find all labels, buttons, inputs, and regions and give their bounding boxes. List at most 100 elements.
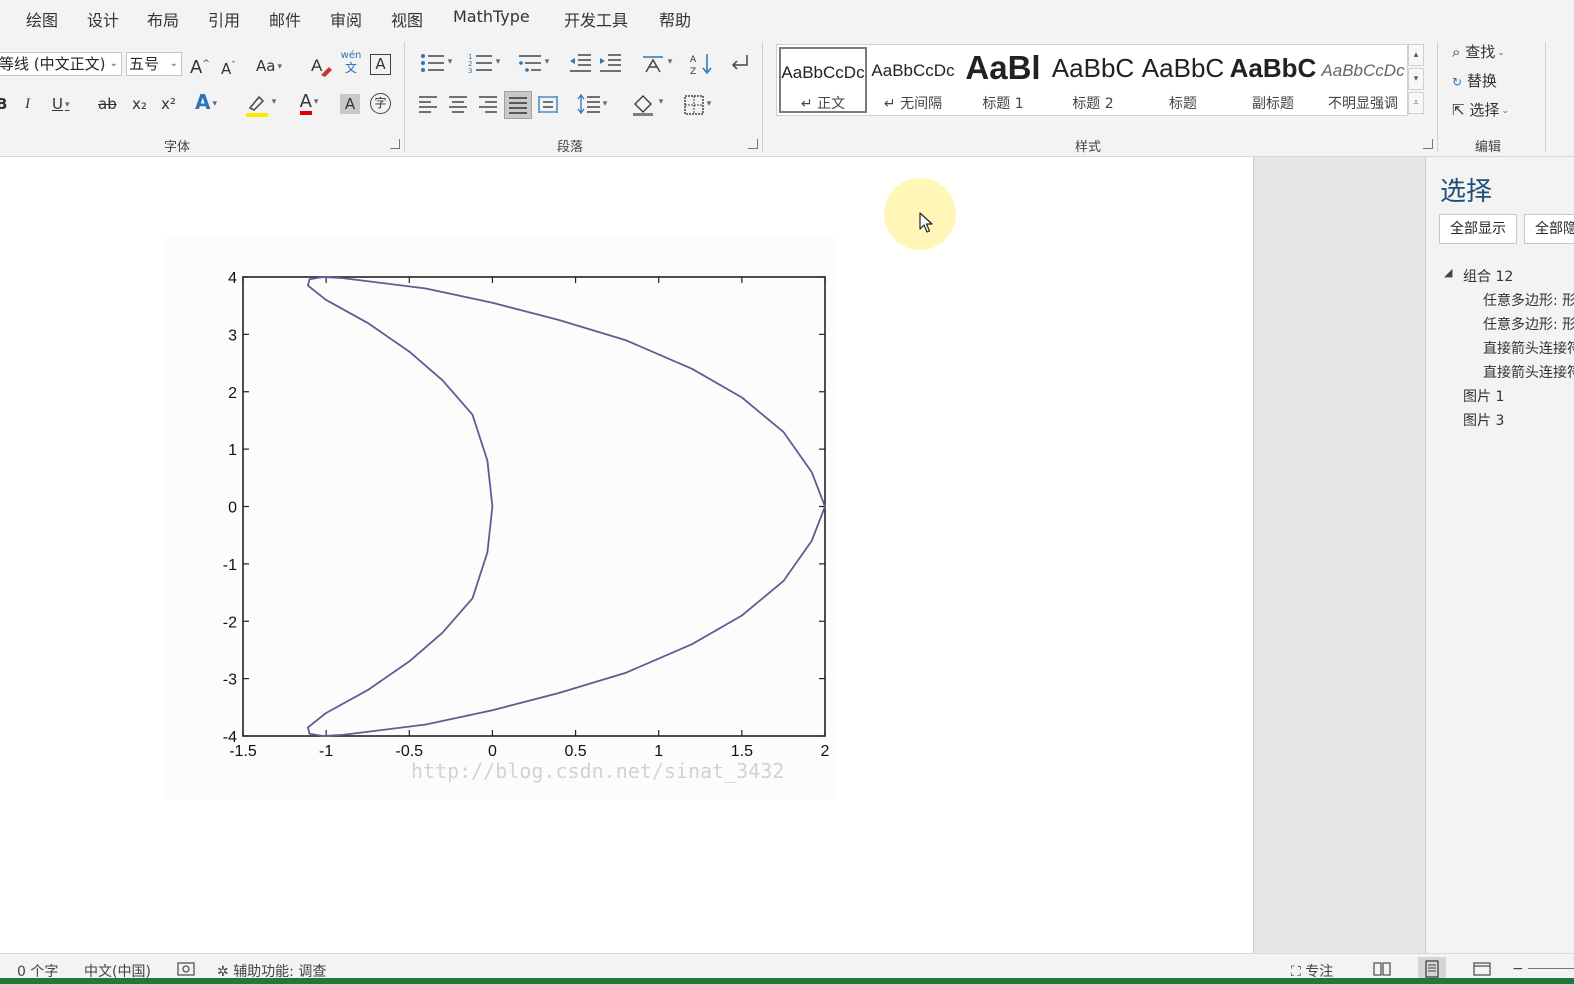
line-spacing-icon	[577, 93, 600, 115]
zoom-slider[interactable]	[1528, 968, 1574, 969]
show-marks-button[interactable]	[727, 52, 751, 78]
replace-icon: ↻	[1452, 75, 1463, 89]
macro-recording-icon[interactable]	[177, 961, 195, 977]
change-case-button[interactable]: Aa ▾	[256, 56, 282, 77]
zoom-out-button[interactable]: −	[1512, 961, 1524, 977]
align-center-button[interactable]	[446, 94, 470, 118]
style-subtitle[interactable]: AaBbC 副标题	[1229, 47, 1317, 113]
divider	[404, 42, 405, 152]
justify-button[interactable]	[504, 91, 532, 119]
web-layout-icon[interactable]	[1472, 961, 1492, 977]
menu-help[interactable]: 帮助	[659, 7, 691, 31]
grow-font-button[interactable]: A^	[190, 54, 210, 78]
sort-button[interactable]: AZ	[690, 52, 714, 78]
style-no-spacing[interactable]: AaBbCcDc ↵ 无间隔	[869, 47, 957, 113]
increase-indent-button[interactable]	[598, 52, 622, 78]
find-button[interactable]: ⌕ 查找 ⌄	[1452, 42, 1505, 63]
series-line-0	[307, 276, 826, 737]
font-name-combo[interactable]: 等线 (中文正文) ⌄	[0, 52, 122, 76]
menu-mathtype[interactable]: MathType	[453, 7, 530, 26]
font-dialog-launcher[interactable]	[390, 139, 400, 149]
menu-view[interactable]: 视图	[391, 7, 423, 31]
italic-button[interactable]: I	[25, 94, 30, 114]
numbered-list-icon: 123	[468, 53, 492, 75]
menu-references[interactable]: 引用	[208, 7, 240, 31]
enclose-char-button[interactable]: 字	[370, 93, 391, 114]
superscript-button[interactable]: x²	[161, 94, 176, 114]
multilevel-list-button[interactable]: ▾	[513, 52, 553, 78]
select-button[interactable]: ⇱ 选择 ⌄	[1452, 100, 1509, 121]
decrease-indent-button[interactable]	[568, 52, 592, 78]
strikethrough-button[interactable]: ab	[98, 94, 117, 114]
tree-item-picture[interactable]: 图片 1	[1463, 386, 1504, 406]
menu-mailings[interactable]: 邮件	[269, 7, 301, 31]
style-subtle-emphasis[interactable]: AaBbCcDc 不明显强调	[1319, 47, 1407, 113]
paragraph-mark-icon	[731, 55, 748, 70]
style-heading-1[interactable]: AaBl 标题 1	[959, 47, 1047, 113]
style-name: 副标题	[1252, 96, 1294, 112]
asian-layout-button[interactable]: ▾	[636, 52, 676, 78]
clear-format-icon[interactable]: A	[310, 54, 332, 78]
styles-dialog-launcher[interactable]	[1423, 139, 1433, 149]
style-name: ↵ 无间隔	[883, 96, 943, 112]
menu-review[interactable]: 审阅	[330, 7, 362, 31]
gallery-scroll-down-button[interactable]: ▾	[1408, 68, 1424, 90]
font-color-button[interactable]: A ▾	[289, 92, 329, 120]
menu-developer[interactable]: 开发工具	[564, 7, 628, 31]
style-name: 不明显强调	[1328, 96, 1398, 112]
char-shading-button[interactable]: A	[340, 94, 360, 114]
tree-item-connector[interactable]: 直接箭头连接符	[1483, 362, 1574, 382]
style-title[interactable]: AaBbC 标题	[1139, 47, 1227, 113]
style-name: 标题 1	[982, 96, 1024, 112]
read-mode-icon[interactable]	[1372, 961, 1392, 977]
highlight-color-button[interactable]: ▾	[240, 92, 280, 120]
bullets-button[interactable]: ▾	[416, 52, 456, 78]
picture-chart[interactable]: -1.5 -1 -0.5 0 0.5 1 1.5 2 4 3 2 1 0 -1 -2 -3 -4 http://b…	[165, 237, 837, 799]
style-normal[interactable]: AaBbCcDc ↵ 正文	[779, 47, 867, 113]
tree-item-picture[interactable]: 图片 3	[1463, 410, 1504, 430]
underline-button[interactable]: U ▾	[52, 94, 70, 115]
text-effects-button[interactable]: A ▾	[195, 92, 217, 114]
align-left-icon	[419, 96, 437, 113]
pointer-icon: ⇱	[1452, 101, 1465, 119]
char-border-button[interactable]: A	[370, 54, 391, 75]
align-left-button[interactable]	[416, 94, 440, 118]
document-background	[1253, 157, 1425, 953]
pinyin-guide-button[interactable]: wén 文	[340, 50, 362, 76]
italic-label: I	[25, 96, 30, 112]
distributed-button[interactable]	[536, 94, 560, 118]
bold-button[interactable]: B	[0, 94, 7, 114]
show-all-button[interactable]: 全部显示	[1439, 214, 1517, 244]
line-spacing-button[interactable]: ▾	[572, 93, 612, 118]
menu-layout[interactable]: 布局	[147, 7, 179, 31]
font-size-value: 五号	[129, 55, 160, 73]
sort-icon: AZ	[690, 54, 712, 77]
superscript-label: x²	[161, 95, 176, 113]
shrink-font-button[interactable]: Aˇ	[221, 56, 236, 79]
expand-triangle-icon[interactable]: ◢	[1444, 266, 1452, 279]
menu-draw[interactable]: 绘图	[26, 7, 58, 31]
divider	[1545, 42, 1546, 152]
menu-bar: 绘图 设计 布局 引用 邮件 审阅 视图 MathType 开发工具 帮助	[0, 0, 1574, 36]
y-tick-label: -3	[223, 672, 237, 689]
paragraph-dialog-launcher[interactable]	[748, 139, 758, 149]
paragraph-group-label: 段落	[557, 140, 584, 155]
tree-item-shape[interactable]: 任意多边形: 形状	[1483, 314, 1574, 334]
gallery-scroll-up-button[interactable]: ▴	[1408, 44, 1424, 66]
font-size-combo[interactable]: 五号 ⌄	[126, 52, 182, 76]
replace-button[interactable]: ↻ 替换	[1452, 71, 1497, 92]
tree-item-shape[interactable]: 任意多边形: 形状	[1483, 290, 1574, 310]
style-heading-2[interactable]: AaBbC 标题 2	[1049, 47, 1137, 113]
align-center-icon	[449, 96, 467, 113]
subscript-button[interactable]: x₂	[132, 94, 147, 114]
tree-item-group[interactable]: 组合 12	[1463, 266, 1513, 286]
y-tick-label: -4	[223, 729, 237, 746]
tree-item-connector[interactable]: 直接箭头连接符	[1483, 338, 1574, 358]
numbering-button[interactable]: 1 2 3 ▾	[464, 52, 504, 78]
menu-design[interactable]: 设计	[87, 7, 119, 31]
align-right-button[interactable]	[476, 94, 500, 118]
gallery-expand-button[interactable]: ⩡	[1408, 92, 1424, 114]
shading-button[interactable]: ▾	[627, 92, 667, 118]
hide-all-button[interactable]: 全部隐藏	[1524, 214, 1574, 244]
borders-button[interactable]: ▾	[677, 94, 717, 118]
